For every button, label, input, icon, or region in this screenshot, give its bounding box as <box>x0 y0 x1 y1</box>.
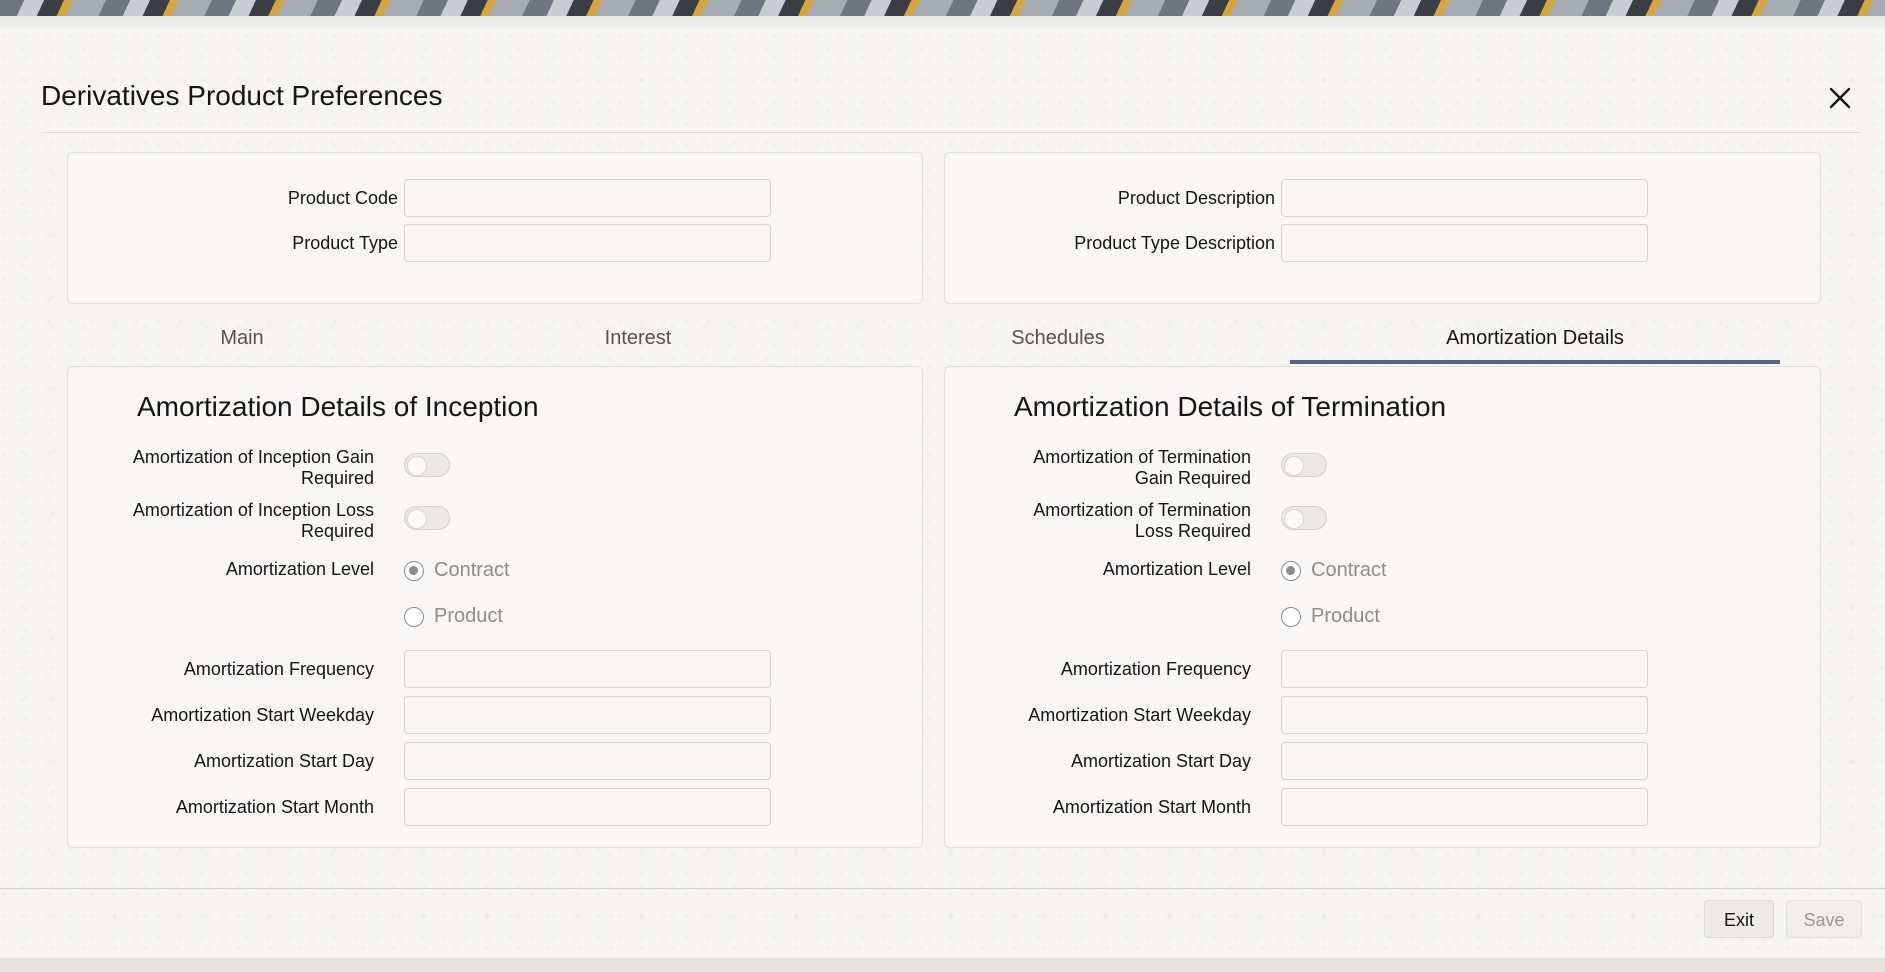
bottom-band <box>0 958 1885 972</box>
product-type-input[interactable] <box>404 224 771 262</box>
tab-amortization-details[interactable]: Amortization Details <box>1290 320 1780 364</box>
exit-button[interactable]: Exit <box>1704 900 1774 938</box>
inception-panel: Amortization Details of Inception Amorti… <box>67 366 923 848</box>
product-description-label: Product Description <box>1117 188 1275 208</box>
inception-gain-required-label: Amortization of Inception Gain Required <box>44 447 374 489</box>
inception-start-month-input[interactable] <box>404 788 771 826</box>
inception-level-product-label: Product <box>434 605 503 627</box>
termination-level-contract-label: Contract <box>1311 559 1387 581</box>
termination-loss-required-label-line2: Loss Required <box>1134 521 1251 541</box>
termination-level-contract[interactable]: Contract <box>1281 559 1387 582</box>
radio-checked-icon <box>404 560 424 581</box>
product-panel-right: Product Description Product Type Descrip… <box>944 152 1821 304</box>
inception-loss-required-toggle[interactable] <box>404 506 450 530</box>
product-panel-left: Product Code Product Type <box>67 152 923 304</box>
inception-start-day-label: Amortization Start Day <box>193 751 374 771</box>
termination-gain-required-label-line2: Gain Required <box>1134 468 1251 488</box>
inception-start-month-label: Amortization Start Month <box>175 797 374 817</box>
product-type-label: Product Type <box>292 233 398 253</box>
product-type-description-label: Product Type Description <box>1074 233 1275 253</box>
inception-gain-required-label-line2: Required <box>300 468 374 488</box>
termination-loss-required-label: Amortization of Termination Loss Require… <box>921 500 1251 542</box>
header-banner <box>0 0 1885 30</box>
radio-unchecked-icon <box>404 606 424 627</box>
tab-main[interactable]: Main <box>142 320 342 364</box>
termination-gain-required-toggle[interactable] <box>1281 453 1327 477</box>
product-description-input[interactable] <box>1281 179 1648 217</box>
inception-start-weekday-label: Amortization Start Weekday <box>151 705 374 725</box>
termination-start-day-input[interactable] <box>1281 742 1648 780</box>
inception-loss-required-label-line1: Amortization of Inception Loss <box>132 500 374 520</box>
inception-level-label: Amortization Level <box>225 559 374 579</box>
inception-loss-required-label: Amortization of Inception Loss Required <box>44 500 374 542</box>
radio-unchecked-icon <box>1281 606 1301 627</box>
inception-loss-required-label-line2: Required <box>300 521 374 541</box>
title-divider <box>41 132 1861 133</box>
termination-frequency-label: Amortization Frequency <box>1060 659 1251 679</box>
termination-start-month-label: Amortization Start Month <box>1052 797 1251 817</box>
inception-level-product[interactable]: Product <box>404 605 503 628</box>
inception-gain-required-label-line1: Amortization of Inception Gain <box>132 447 374 467</box>
inception-frequency-input[interactable] <box>404 650 771 688</box>
close-icon <box>1829 87 1851 109</box>
termination-gain-required-label: Amortization of Termination Gain Require… <box>921 447 1251 489</box>
termination-level-product[interactable]: Product <box>1281 605 1380 628</box>
footer-divider <box>0 888 1885 889</box>
termination-gain-required-label-line1: Amortization of Termination <box>1033 447 1251 467</box>
inception-section-title: Amortization Details of Inception <box>137 391 539 422</box>
termination-frequency-input[interactable] <box>1281 650 1648 688</box>
termination-panel: Amortization Details of Termination Amor… <box>944 366 1821 848</box>
dialog-title: Derivatives Product Preferences <box>41 80 443 111</box>
termination-loss-required-toggle[interactable] <box>1281 506 1327 530</box>
close-button[interactable] <box>1822 80 1858 116</box>
inception-level-contract-label: Contract <box>434 559 510 581</box>
tab-schedules[interactable]: Schedules <box>958 320 1158 364</box>
termination-start-weekday-label: Amortization Start Weekday <box>1028 705 1251 725</box>
product-code-input[interactable] <box>404 179 771 217</box>
termination-section-title: Amortization Details of Termination <box>1014 391 1447 422</box>
save-button[interactable]: Save <box>1786 900 1862 938</box>
inception-start-day-input[interactable] <box>404 742 771 780</box>
termination-start-day-label: Amortization Start Day <box>1070 751 1251 771</box>
termination-level-product-label: Product <box>1311 605 1380 627</box>
termination-start-weekday-input[interactable] <box>1281 696 1648 734</box>
inception-frequency-label: Amortization Frequency <box>183 659 374 679</box>
radio-checked-icon <box>1281 560 1301 581</box>
termination-start-month-input[interactable] <box>1281 788 1648 826</box>
termination-loss-required-label-line1: Amortization of Termination <box>1033 500 1251 520</box>
termination-level-label: Amortization Level <box>1102 559 1251 579</box>
product-type-description-input[interactable] <box>1281 224 1648 262</box>
inception-gain-required-toggle[interactable] <box>404 453 450 477</box>
tab-interest[interactable]: Interest <box>538 320 738 364</box>
inception-start-weekday-input[interactable] <box>404 696 771 734</box>
inception-level-contract[interactable]: Contract <box>404 559 510 582</box>
product-code-label: Product Code <box>287 188 398 208</box>
